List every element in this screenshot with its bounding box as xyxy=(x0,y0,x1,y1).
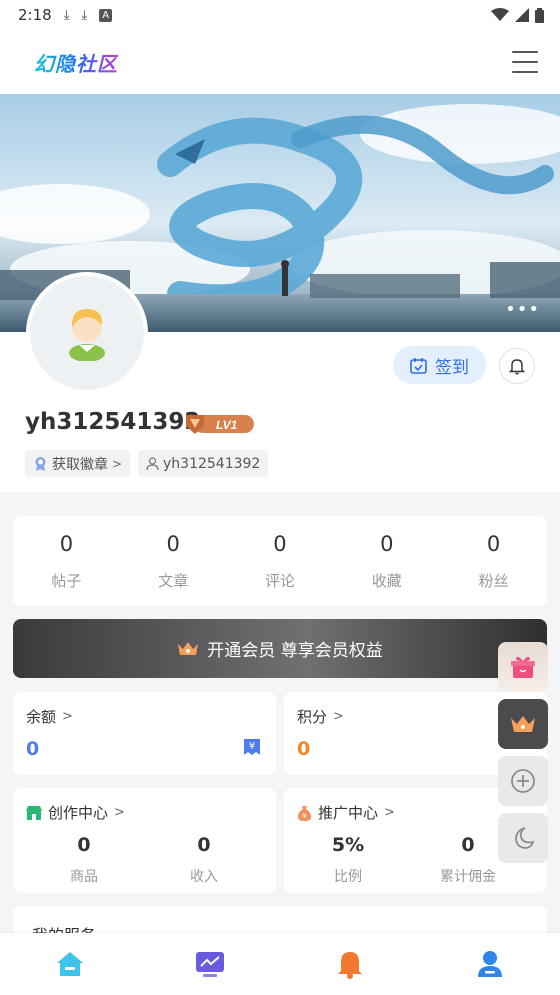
creator-income-stat[interactable]: 0 收入 xyxy=(164,834,244,886)
hamburger-menu-icon[interactable] xyxy=(512,51,538,73)
nav-notifications[interactable] xyxy=(280,933,420,995)
creator-center-card[interactable]: 创作中心 > 0 商品 0 收入 xyxy=(13,788,276,893)
stat-value: 0 xyxy=(59,531,74,556)
points-value: 0 xyxy=(297,738,311,760)
promotion-center-title: 推广中心 xyxy=(318,804,379,822)
checkin-label: 签到 xyxy=(435,357,469,378)
calendar-check-icon xyxy=(410,357,427,374)
stat-fans[interactable]: 0 粉丝 xyxy=(440,516,547,606)
font-icon: A xyxy=(99,8,113,22)
level-text: LV1 xyxy=(216,418,238,432)
badge-icon xyxy=(35,457,46,471)
store-icon xyxy=(26,806,42,820)
dark-mode-icon[interactable] xyxy=(498,813,548,863)
stat-value: 0 xyxy=(166,531,180,556)
bottom-navigation xyxy=(0,933,560,995)
chevron-right-icon: > xyxy=(333,709,344,724)
vip-membership-banner[interactable]: 开通会员 尊享会员权益 xyxy=(13,619,547,678)
notification-bell-icon[interactable] xyxy=(499,348,535,384)
stat-value: 0 xyxy=(273,531,287,556)
stats-panel: 0 帖子 0 文章 0 评论 0 收藏 0 粉丝 xyxy=(13,516,547,606)
stat-value: 0 xyxy=(77,834,91,856)
creator-goods-stat[interactable]: 0 商品 xyxy=(44,834,124,886)
crown-icon xyxy=(178,641,199,655)
download-icon: ⤓ xyxy=(81,7,88,23)
stat-label: 粉丝 xyxy=(478,571,509,590)
stat-favorites[interactable]: 0 收藏 xyxy=(333,516,440,606)
checkin-button[interactable]: 签到 xyxy=(393,346,486,384)
home-icon xyxy=(57,952,83,976)
signal-icon xyxy=(515,8,529,22)
stat-value: 0 xyxy=(380,531,394,556)
nav-home[interactable] xyxy=(0,933,140,995)
money-bag-icon: ¥ xyxy=(297,805,312,821)
notification-icon xyxy=(338,952,362,979)
profile-icon xyxy=(478,951,502,977)
crown-icon[interactable] xyxy=(498,699,548,749)
stat-label: 商品 xyxy=(70,869,98,885)
battery-icon xyxy=(535,7,544,23)
chevron-right-icon: > xyxy=(114,805,125,820)
nav-profile[interactable] xyxy=(420,933,560,995)
balance-card[interactable]: 余额 > 0 ¥ xyxy=(13,692,276,775)
status-bar: 2:18 ⤓ ⤓ A xyxy=(0,0,560,30)
nav-trends[interactable] xyxy=(140,933,280,995)
user-id-label: yh312541392 xyxy=(163,455,261,472)
stat-value: 5% xyxy=(331,834,365,856)
stat-label: 评论 xyxy=(264,571,295,590)
stat-label: 累计佣金 xyxy=(440,869,496,885)
stat-posts[interactable]: 0 帖子 xyxy=(13,516,120,606)
status-time: 2:18 xyxy=(18,6,52,24)
trend-icon xyxy=(196,952,224,977)
gift-icon[interactable] xyxy=(498,642,548,692)
download-icon: ⤓ xyxy=(63,7,70,23)
stat-label: 收入 xyxy=(190,869,218,885)
chevron-right-icon: > xyxy=(62,709,73,724)
wifi-icon xyxy=(491,8,509,21)
chevron-right-icon: > xyxy=(384,805,395,820)
username: yh312541392 xyxy=(25,409,201,435)
get-badge-label: 获取徽章 xyxy=(52,456,108,473)
yuan-ticket-icon: ¥ xyxy=(244,739,260,755)
banner-more-button[interactable]: ••• xyxy=(505,299,540,320)
stat-value: 0 xyxy=(461,834,475,856)
stat-label: 比例 xyxy=(334,869,362,885)
user-outline-icon xyxy=(146,456,159,470)
vip-banner-label: 开通会员 尊享会员权益 xyxy=(207,641,383,661)
stat-label: 收藏 xyxy=(371,571,402,590)
balance-title: 余额 xyxy=(26,708,57,726)
level-badge: LV1 xyxy=(184,412,254,436)
stat-value: 0 xyxy=(486,531,501,556)
user-id-tag[interactable]: yh312541392 xyxy=(138,450,269,477)
balance-value: 0 xyxy=(26,738,40,760)
app-header: 幻隐社区 xyxy=(0,30,560,94)
promotion-commission-stat[interactable]: 0 累计佣金 xyxy=(428,834,508,886)
add-icon[interactable] xyxy=(498,756,548,806)
creator-center-title: 创作中心 xyxy=(48,804,109,822)
stat-value: 0 xyxy=(197,834,211,856)
points-title: 积分 xyxy=(297,708,328,726)
stat-articles[interactable]: 0 文章 xyxy=(120,516,227,606)
stat-label: 文章 xyxy=(158,571,189,590)
avatar[interactable] xyxy=(26,272,148,394)
stat-comments[interactable]: 0 评论 xyxy=(227,516,334,606)
svg-text:¥: ¥ xyxy=(249,741,255,752)
svg-text:¥: ¥ xyxy=(302,812,307,820)
default-avatar-icon xyxy=(69,309,105,361)
promotion-rate-stat[interactable]: 5% 比例 xyxy=(308,834,388,886)
stat-label: 帖子 xyxy=(51,571,82,590)
get-badge-tag[interactable]: 获取徽章 > xyxy=(25,450,131,477)
app-logo[interactable]: 幻隐社区 xyxy=(34,48,118,77)
chevron-right-icon: > xyxy=(112,456,123,471)
